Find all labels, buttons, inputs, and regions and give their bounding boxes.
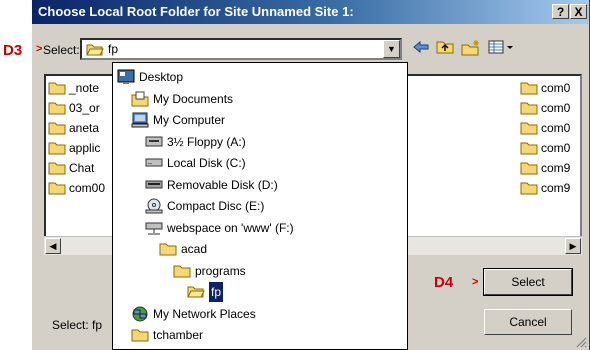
cancel-button[interactable]: Cancel: [484, 309, 572, 335]
annotation-d4-arrow: >: [472, 276, 479, 288]
dropdown-item-label: webspace on 'www' (F:): [167, 220, 294, 235]
file-name: com0: [541, 81, 571, 96]
dropdown-item-label: acad: [181, 242, 208, 256]
file-list-item[interactable]: com9: [520, 160, 570, 176]
dropdown-item-label: 3½ Floppy (A:): [167, 134, 246, 149]
folder-icon: [520, 160, 538, 178]
folder-icon: [520, 180, 538, 198]
dropdown-item-label: Local Disk (C:): [167, 156, 246, 170]
file-list-item[interactable]: com0: [520, 120, 570, 136]
file-list-item[interactable]: com0: [520, 80, 570, 96]
annotation-d3-arrow: >: [36, 43, 43, 55]
file-name: com0: [541, 141, 571, 156]
open-folder-icon: [86, 42, 104, 59]
my-documents-icon: [131, 91, 149, 113]
dialog-title: Choose Local Root Folder for Site Unname…: [38, 4, 354, 19]
file-name: applic: [69, 141, 101, 156]
network-places-icon: [131, 306, 149, 328]
scroll-right-icon[interactable]: ▶: [565, 238, 581, 254]
annotation-d3: D3: [3, 42, 23, 59]
folder-icon: [48, 80, 66, 98]
file-name: Chat: [69, 161, 95, 176]
file-list-item[interactable]: _note: [48, 80, 99, 96]
folder-icon: [520, 120, 538, 138]
title-bar: Choose Local Root Folder for Site Unname…: [32, 0, 589, 24]
dropdown-item-label: fp: [209, 282, 224, 302]
file-name: _note: [69, 81, 100, 96]
dropdown-item-label: My Computer: [153, 113, 226, 127]
file-list-item[interactable]: aneta: [48, 120, 99, 136]
open-folder-icon: [187, 284, 205, 305]
file-name: com0: [541, 101, 571, 116]
file-list-item[interactable]: com00: [48, 180, 105, 196]
floppy-drive-icon: [145, 134, 163, 154]
hard-disk-icon: [145, 155, 163, 175]
file-name: com9: [541, 161, 571, 176]
folder-icon: [48, 140, 66, 158]
file-name: com0: [541, 121, 571, 136]
file-list-item[interactable]: Chat: [48, 160, 94, 176]
folder-icon: [520, 80, 538, 98]
dropdown-item-label: My Network Places: [153, 306, 256, 321]
annotation-d4: D4: [434, 274, 454, 291]
new-folder-icon[interactable]: [460, 40, 482, 60]
dropdown-item-label: My Documents: [153, 91, 234, 106]
desktop-icon: [117, 69, 135, 91]
file-list-item[interactable]: com0: [520, 100, 570, 116]
scroll-left-icon[interactable]: ◀: [45, 238, 61, 254]
dropdown-item-label: tchamber: [153, 328, 204, 342]
folder-icon: [159, 241, 177, 262]
dropdown-item-label: Desktop: [139, 70, 184, 84]
file-list-item[interactable]: applic: [48, 140, 100, 156]
folder-icon: [48, 120, 66, 138]
current-folder-value: fp: [108, 42, 119, 56]
bottom-select-label: Select: fp: [52, 318, 103, 332]
view-menu-icon[interactable]: [486, 40, 516, 60]
cd-drive-icon: [145, 198, 163, 220]
folder-icon: [131, 327, 149, 348]
removable-disk-icon: [145, 177, 163, 197]
back-arrow-icon[interactable]: [410, 40, 432, 60]
file-list-item[interactable]: 03_or: [48, 100, 100, 116]
network-drive-icon: [145, 220, 163, 242]
folder-icon: [520, 100, 538, 118]
file-name: aneta: [69, 121, 100, 136]
help-button[interactable]: ?: [552, 4, 569, 19]
folder-dropdown-list[interactable]: Desktop My Documents My Computer 3½ Floppy …: [112, 62, 408, 350]
folder-icon: [173, 263, 191, 284]
file-list-item[interactable]: com9: [520, 180, 570, 196]
my-computer-icon: [131, 112, 149, 134]
folder-icon: [48, 180, 66, 198]
dropdown-item-label: Removable Disk (D:): [167, 177, 278, 192]
select-button[interactable]: Select: [483, 268, 573, 296]
file-name: com00: [69, 181, 106, 196]
resize-grip-icon[interactable]: [575, 336, 587, 348]
file-name: 03_or: [69, 101, 100, 116]
folder-icon: [48, 100, 66, 118]
folder-icon: [48, 160, 66, 178]
dropdown-item-label: Compact Disc (E:): [167, 199, 265, 213]
file-name: com9: [541, 181, 571, 196]
up-folder-icon[interactable]: [434, 40, 456, 60]
file-list-item[interactable]: com0: [520, 140, 570, 156]
folder-icon: [520, 140, 538, 158]
folder-combo[interactable]: fp ▼: [80, 38, 402, 60]
select-label: Select:: [43, 43, 80, 57]
chevron-down-icon[interactable]: ▼: [383, 40, 400, 58]
close-button[interactable]: X: [570, 4, 587, 19]
dropdown-item-label: programs: [195, 263, 246, 278]
